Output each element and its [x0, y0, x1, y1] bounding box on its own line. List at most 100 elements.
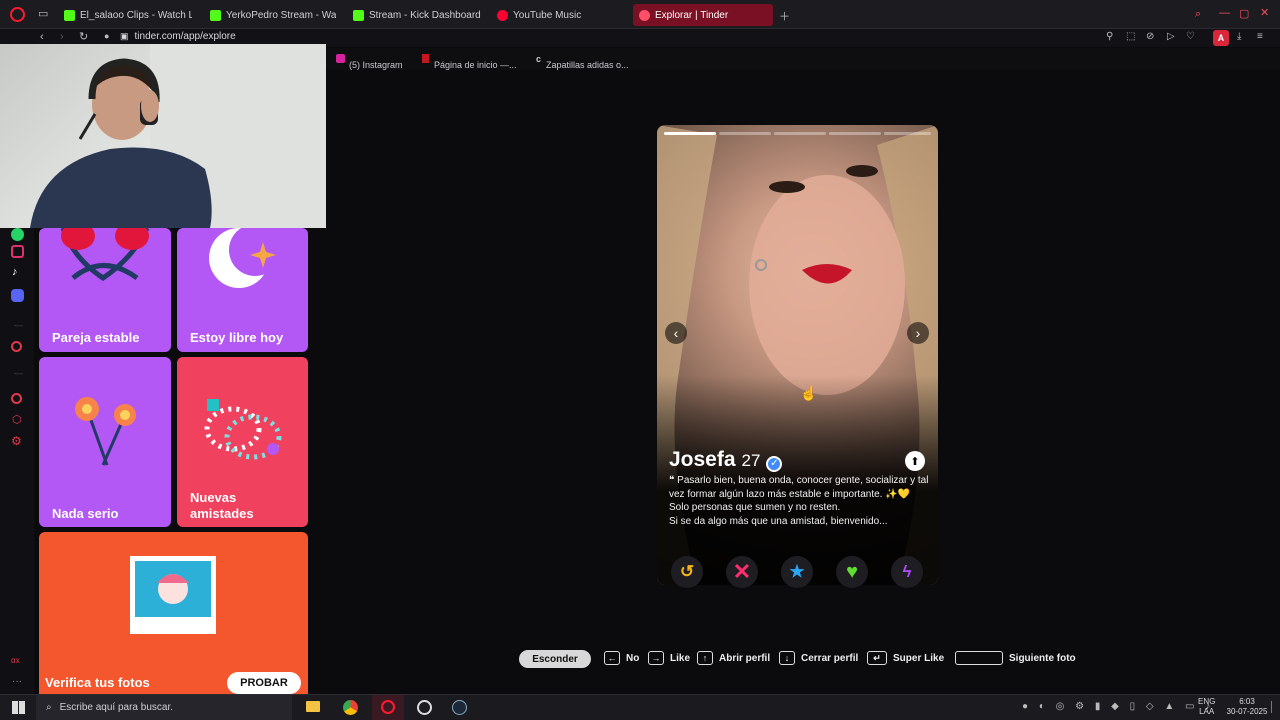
tab-kick-dashboard[interactable]: Stream - Kick Dashboard: [347, 4, 487, 26]
enter-key-icon: ↵: [867, 651, 887, 665]
tile-nada-serio[interactable]: Nada serio: [39, 357, 171, 527]
opera-taskbar-icon[interactable]: [372, 695, 404, 720]
bookmark-inicio[interactable]: Página de inicio —...: [422, 54, 517, 70]
tile-pareja-estable[interactable]: Pareja estable: [39, 228, 171, 352]
star-icon: ★: [789, 562, 805, 581]
photo-progress-3: [774, 132, 826, 135]
pin-icon[interactable]: ⚲: [1106, 31, 1113, 42]
steam-icon[interactable]: [452, 700, 467, 715]
bookmark-label: Zapatillas adidas o...: [546, 60, 629, 70]
rewind-button[interactable]: ↺: [671, 556, 703, 588]
mouse-cursor-icon: ☝: [800, 385, 818, 401]
clock-date: 30-07-2025: [1226, 707, 1268, 716]
settings-icon[interactable]: ⚙: [11, 434, 22, 448]
prev-photo-button[interactable]: ‹: [665, 322, 687, 344]
tiktok-icon[interactable]: ♪: [12, 266, 18, 278]
profile-card[interactable]: ‹ › Josefa 27 ✓ ⬆ ❝ Pasarlo bien, buena …: [657, 125, 938, 585]
youtube-music-icon: [497, 9, 508, 21]
super-like-button[interactable]: ★: [781, 556, 813, 588]
discord-icon[interactable]: [11, 289, 24, 302]
tab-label: YouTube Music: [513, 9, 582, 21]
opera-logo-icon[interactable]: [10, 7, 25, 22]
photo-progress-5: [884, 132, 931, 135]
player-icon[interactable]: ▷: [1167, 31, 1175, 42]
like-button[interactable]: ♥: [836, 556, 868, 588]
search-placeholder: Escribe aquí para buscar.: [59, 702, 174, 713]
download-icon[interactable]: ⤓: [1237, 31, 1241, 42]
opera-gx-icon[interactable]: [417, 700, 432, 715]
tile-label: Estoy libre hoy: [190, 330, 284, 345]
aria-icon[interactable]: αx: [11, 656, 20, 665]
nope-button[interactable]: ✕: [726, 556, 758, 588]
shortcut-no: ← No: [604, 651, 639, 665]
space-key-icon: [955, 651, 1003, 665]
arrow-down-key-icon: ↓: [779, 651, 795, 665]
instagram-icon[interactable]: [11, 245, 24, 258]
menu-icon[interactable]: ≡: [1257, 31, 1263, 42]
lang-primary: ENG: [1198, 697, 1216, 706]
clock[interactable]: 6:03 30-07-2025: [1226, 697, 1268, 717]
tile-estoy-libre-hoy[interactable]: Estoy libre hoy: [177, 228, 308, 352]
search-tabs-icon[interactable]: ⌕: [1195, 8, 1201, 21]
tray-icons[interactable]: ● ◐ ◎ ⚙ ▮ ◆ ▯ ◇ ▲ ▭ ♪: [1022, 701, 1214, 712]
arrow-left-key-icon: ←: [604, 651, 620, 665]
forward-icon[interactable]: ›: [60, 31, 64, 43]
windows-start-icon[interactable]: [12, 701, 25, 714]
clock-time: 6:03: [1239, 697, 1255, 706]
tab-menu-icon[interactable]: ▭: [38, 7, 48, 20]
profile-name-row: Josefa 27 ✓: [669, 448, 783, 472]
shortcut-open-profile: ↑ Abrir perfil: [697, 651, 770, 665]
shortcut-label: Super Like: [893, 652, 945, 664]
reload-icon[interactable]: ↻: [79, 30, 88, 43]
tab-label: Explorar | Tinder: [655, 9, 729, 21]
new-tab-icon[interactable]: ＋: [779, 8, 790, 24]
language-indicator[interactable]: ENG LAA: [1198, 697, 1215, 717]
tile-label: Verifica tus fotos: [45, 675, 150, 690]
profile-name: Josefa: [669, 448, 736, 471]
snapshot-icon[interactable]: ⬚: [1126, 31, 1135, 42]
file-explorer-icon[interactable]: [306, 701, 320, 712]
heart-bookmark-icon[interactable]: ♡: [1186, 31, 1195, 42]
whatsapp-icon[interactable]: [11, 228, 24, 241]
windows-taskbar: ⌕ Escribe aquí para buscar. ● ◐ ◎ ⚙ ▮ ◆ ▯…: [0, 694, 1280, 720]
url-field[interactable]: ▣ tinder.com/app/explore: [120, 31, 236, 42]
next-photo-button[interactable]: ›: [907, 322, 929, 344]
adblock-icon[interactable]: ⊘: [1146, 31, 1154, 42]
boost-button[interactable]: ϟ: [891, 556, 923, 588]
more-icon[interactable]: ···: [12, 676, 22, 687]
shortcut-label: Cerrar perfil: [801, 652, 859, 664]
tile-verifica-fotos[interactable]: Verifica tus fotos PROBAR: [39, 532, 308, 694]
tab-yerkopedro-stream[interactable]: YerkoPedro Stream - Wa: [204, 4, 336, 26]
tab-label: El_salaoo Clips - Watch Li: [80, 9, 192, 21]
tile-nuevas-amistades[interactable]: Nuevas amistades: [177, 357, 308, 527]
minimize-icon[interactable]: —: [1219, 7, 1230, 19]
kick-icon: [210, 9, 221, 21]
extensions-icon[interactable]: ⬡: [12, 413, 22, 426]
history-icon[interactable]: [11, 393, 22, 404]
profile-avatar[interactable]: A: [1213, 30, 1229, 46]
arrow-right-key-icon: →: [648, 651, 664, 665]
close-icon[interactable]: ✕: [1260, 6, 1269, 19]
hide-shortcuts-button[interactable]: Esconder: [519, 650, 591, 668]
tab-tinder-explore[interactable]: Explorar | Tinder: [633, 4, 773, 26]
taskbar-search[interactable]: ⌕ Escribe aquí para buscar.: [36, 695, 292, 720]
open-profile-button[interactable]: ⬆: [905, 451, 925, 471]
back-icon[interactable]: ‹: [40, 31, 44, 43]
player-circle-icon[interactable]: [11, 341, 22, 352]
tinder-flame-icon: [639, 9, 650, 21]
maximize-icon[interactable]: ▢: [1239, 7, 1249, 20]
verified-photo-icon: [130, 556, 216, 634]
shortcut-like: → Like: [648, 651, 690, 665]
probar-button[interactable]: PROBAR: [227, 672, 301, 694]
photo-progress-2: [719, 132, 771, 135]
verified-badge-icon: ✓: [766, 455, 783, 472]
tab-youtube-music[interactable]: YouTube Music: [491, 4, 626, 26]
shortcut-label: Siguiente foto: [1009, 652, 1076, 664]
heart-icon: ♥: [846, 560, 858, 583]
opera-sidebar: ♪ — — ⬡ ⚙ αx ···: [0, 228, 34, 694]
notification-icon[interactable]: [1271, 701, 1277, 713]
bookmark-zapatillas[interactable]: c Zapatillas adidas o...: [536, 54, 629, 70]
bookmark-instagram[interactable]: (5) Instagram: [336, 54, 403, 70]
chrome-icon[interactable]: [343, 700, 358, 715]
tab-salaoo-clips[interactable]: El_salaoo Clips - Watch Li: [58, 4, 192, 26]
